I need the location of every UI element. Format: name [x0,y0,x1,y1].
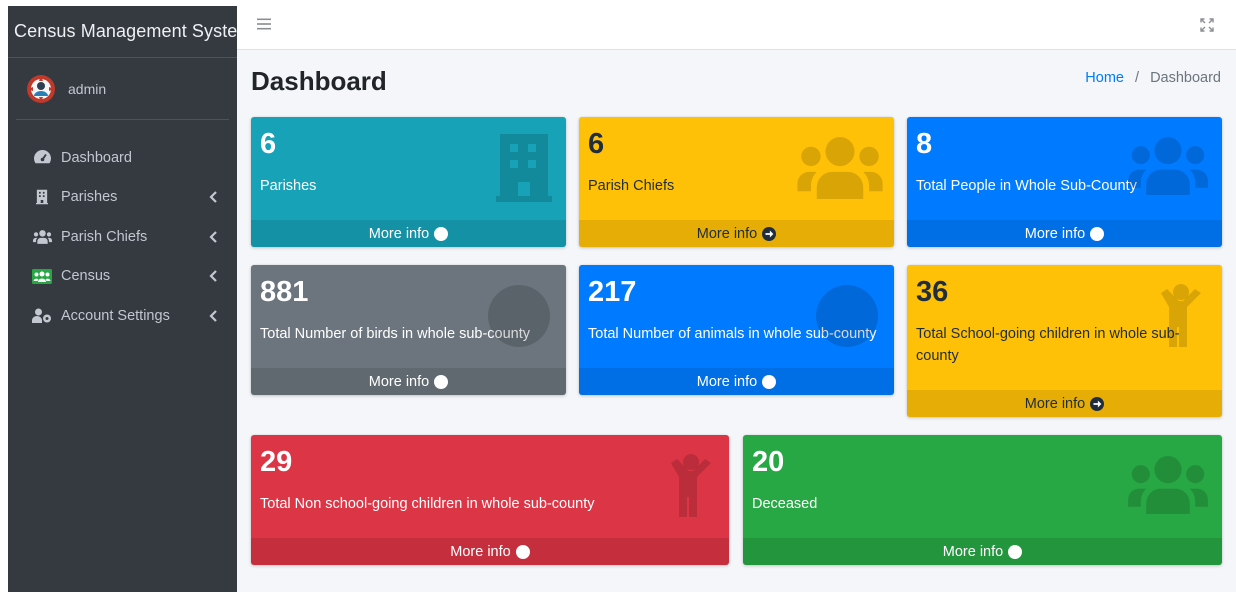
stat-value: 881 [260,276,309,308]
user-name: admin [68,80,107,97]
stat-box-animals: 217 Total Number of animals in whole sub… [579,265,894,395]
page-title: Dashboard [251,66,387,96]
arrow-circle-right-icon [516,545,530,559]
more-info-link[interactable]: More info [251,220,566,247]
users-group-icon [32,268,52,284]
stat-value: 36 [916,276,949,308]
arrow-circle-right-icon [434,227,448,241]
sidebar-item-dashboard[interactable]: Dashboard [8,138,237,178]
fullscreen-icon[interactable] [1200,18,1214,32]
stat-label: Deceased [752,496,818,512]
content-wrapper: Dashboard Home / Dashboard 6 Parishes Mo… [237,50,1236,592]
chevron-left-icon [209,270,219,282]
breadcrumb-current: Dashboard [1150,70,1221,86]
breadcrumb-home-link[interactable]: Home [1085,70,1124,86]
stat-label: Parishes [260,178,317,194]
child-icon [1157,283,1205,347]
tachometer-icon [32,150,52,166]
more-info-label: More info [1024,395,1086,412]
more-info-link[interactable]: More info [907,390,1222,417]
more-info-label: More info [450,543,511,560]
sidebar-item-account-settings[interactable]: Account Settings [8,296,237,336]
circle-icon [816,285,878,347]
stat-box-deceased: 20 Deceased More info [743,435,1222,565]
stat-box-school-going-children: 36 Total School-going children in whole … [907,265,1222,417]
more-info-label: More info [368,373,430,390]
stat-box-parish-chiefs: 6 Parish Chiefs More info [579,117,894,247]
more-info-label: More info [696,225,758,242]
stat-value: 6 [260,128,277,160]
more-info-label: More info [696,373,758,390]
sidebar-item-label: Parishes [61,189,118,206]
arrow-circle-right-icon [762,227,776,241]
building-icon [496,134,552,202]
user-cog-icon [32,308,52,324]
more-info-link[interactable]: More info [579,368,894,395]
circle-icon [488,285,550,347]
more-info-link[interactable]: More info [251,368,566,395]
users-icon [796,137,884,199]
more-info-label: More info [1024,225,1086,242]
hamburger-menu-icon[interactable] [257,18,271,30]
chevron-left-icon [209,310,219,322]
users-icon [32,229,52,245]
stat-label: Parish Chiefs [588,178,675,194]
child-icon [667,453,715,517]
building-icon [32,189,52,205]
sidebar-item-label: Census [61,268,111,285]
users-icon [1128,456,1208,514]
stat-box-total-people: 8 Total People in Whole Sub-County More … [907,117,1222,247]
more-info-link[interactable]: More info [907,220,1222,247]
arrow-circle-right-icon [1090,397,1104,411]
stat-label: Total People in Whole Sub-County [916,178,1137,194]
users-icon [1128,137,1208,195]
sidebar-item-label: Account Settings [61,307,170,324]
arrow-circle-right-icon [762,375,776,389]
more-info-link[interactable]: More info [579,220,894,247]
more-info-link[interactable]: More info [743,538,1222,565]
arrow-circle-right-icon [1090,227,1104,241]
arrow-circle-right-icon [1008,545,1022,559]
sidebar-item-parishes[interactable]: Parishes [8,178,237,218]
stat-box-parishes: 6 Parishes More info [251,117,566,247]
chevron-left-icon [209,231,219,243]
sidebar-nav: Dashboard Parishes Parish Chiefs Census [8,120,237,336]
sidebar-item-census[interactable]: Census [8,257,237,297]
stat-box-non-school-going-children: 29 Total Non school-going children in wh… [251,435,729,565]
stat-box-birds: 881 Total Number of birds in whole sub-c… [251,265,566,395]
arrow-circle-right-icon [434,375,448,389]
brand-title[interactable]: Census Management System [8,6,237,58]
stat-value: 20 [752,446,785,478]
sidebar-item-label: Dashboard [61,149,132,166]
stat-value: 217 [588,276,637,308]
stat-value: 8 [916,128,933,160]
sidebar-item-parish-chiefs[interactable]: Parish Chiefs [8,217,237,257]
more-info-link[interactable]: More info [251,538,729,565]
more-info-label: More info [368,225,430,242]
more-info-label: More info [942,543,1004,560]
stat-label: Total Non school-going children in whole… [260,496,595,512]
stat-value: 6 [588,128,605,160]
breadcrumb: Home / Dashboard [1085,70,1221,86]
chevron-left-icon [209,191,219,203]
breadcrumb-separator: / [1135,70,1140,86]
sidebar: Census Management System admin Dashboard… [8,6,237,592]
stat-value: 29 [260,446,293,478]
top-navbar [237,6,1236,50]
avatar-icon [27,74,55,103]
user-panel[interactable]: admin [16,58,229,120]
sidebar-item-label: Parish Chiefs [61,228,148,245]
